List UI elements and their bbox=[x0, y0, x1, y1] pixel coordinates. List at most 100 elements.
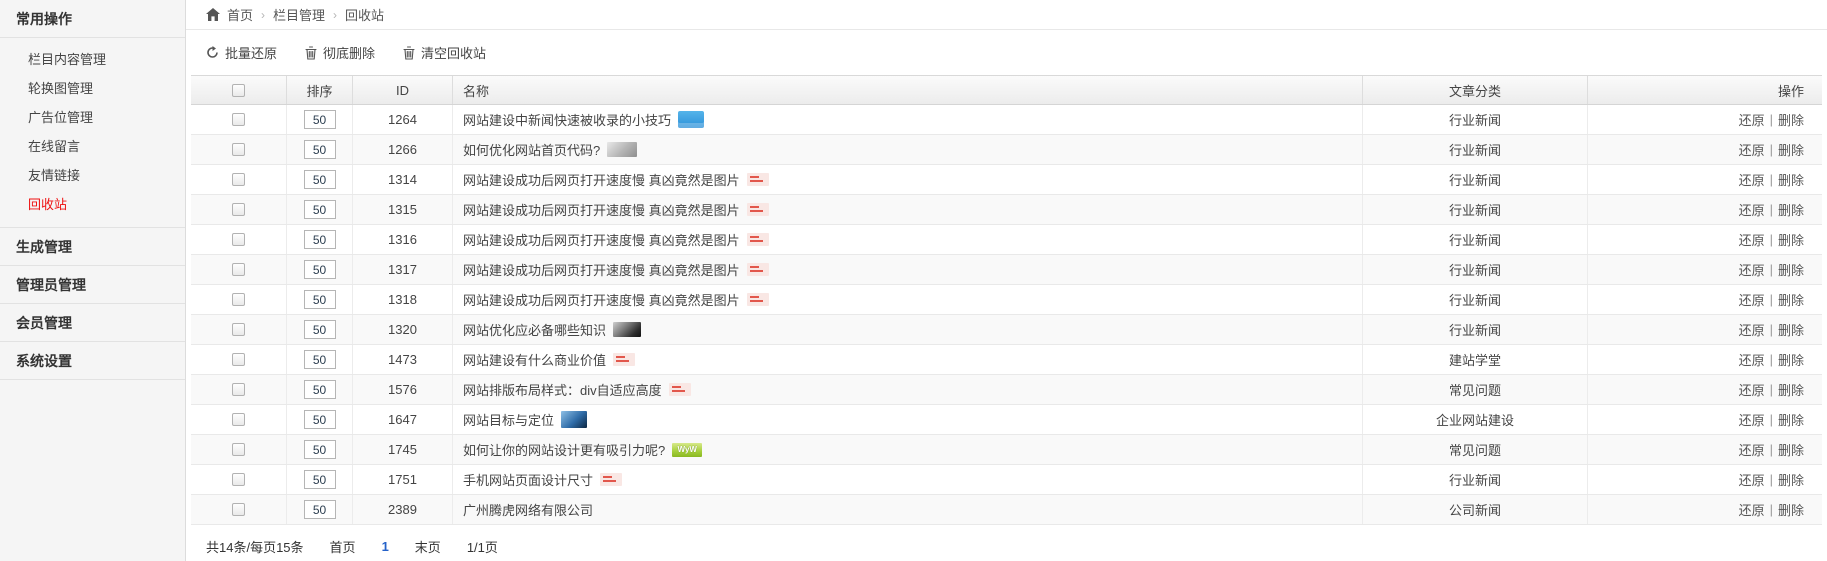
delete-link[interactable]: 删除 bbox=[1778, 440, 1804, 459]
delete-link[interactable]: 删除 bbox=[1778, 260, 1804, 279]
select-all-checkbox[interactable] bbox=[232, 84, 245, 97]
row-checkbox[interactable] bbox=[232, 353, 245, 366]
sidebar-item-online-messages[interactable]: 在线留言 bbox=[0, 132, 185, 161]
sort-input[interactable] bbox=[304, 200, 336, 219]
row-category: 行业新闻 bbox=[1363, 465, 1588, 494]
restore-link[interactable]: 还原 bbox=[1739, 230, 1765, 249]
row-checkbox[interactable] bbox=[232, 473, 245, 486]
sidebar: 常用操作 栏目内容管理 轮换图管理 广告位管理 在线留言 友情链接 回收站 生成… bbox=[0, 0, 186, 561]
pagination-current-page[interactable]: 1 bbox=[382, 539, 389, 554]
row-checkbox[interactable] bbox=[232, 143, 245, 156]
article-title[interactable]: 网站排版布局样式：div自适应高度 bbox=[463, 380, 662, 399]
sort-input[interactable] bbox=[304, 500, 336, 519]
permanent-delete-button[interactable]: 彻底删除 bbox=[305, 43, 375, 62]
row-checkbox[interactable] bbox=[232, 173, 245, 186]
restore-link[interactable]: 还原 bbox=[1739, 380, 1765, 399]
delete-link[interactable]: 删除 bbox=[1778, 230, 1804, 249]
row-id: 1317 bbox=[353, 255, 453, 284]
restore-link[interactable]: 还原 bbox=[1739, 500, 1765, 519]
restore-link[interactable]: 还原 bbox=[1739, 290, 1765, 309]
article-title[interactable]: 网站建设中新闻快速被收录的小技巧 bbox=[463, 110, 671, 129]
article-title[interactable]: 网站建设成功后网页打开速度慢 真凶竟然是图片 bbox=[463, 170, 740, 189]
restore-link[interactable]: 还原 bbox=[1739, 110, 1765, 129]
article-title[interactable]: 如何优化网站首页代码? bbox=[463, 140, 600, 159]
sort-input[interactable] bbox=[304, 410, 336, 429]
sidebar-item-ad-slots[interactable]: 广告位管理 bbox=[0, 103, 185, 132]
row-checkbox[interactable] bbox=[232, 383, 245, 396]
restore-link[interactable]: 还原 bbox=[1739, 140, 1765, 159]
breadcrumb-column-management[interactable]: 栏目管理 bbox=[273, 5, 325, 24]
article-thumbnail-icon bbox=[747, 293, 769, 306]
batch-restore-button[interactable]: 批量还原 bbox=[206, 43, 277, 62]
row-checkbox[interactable] bbox=[232, 413, 245, 426]
article-title[interactable]: 网站建设有什么商业价值 bbox=[463, 350, 606, 369]
delete-link[interactable]: 删除 bbox=[1778, 290, 1804, 309]
sort-input[interactable] bbox=[304, 110, 336, 129]
table-header-row: 排序 ID 名称 文章分类 操作 bbox=[191, 75, 1822, 105]
article-title[interactable]: 网站建设成功后网页打开速度慢 真凶竟然是图片 bbox=[463, 260, 740, 279]
restore-link[interactable]: 还原 bbox=[1739, 320, 1765, 339]
sidebar-item-column-content[interactable]: 栏目内容管理 bbox=[0, 45, 185, 74]
delete-link[interactable]: 删除 bbox=[1778, 200, 1804, 219]
sidebar-item-friend-links[interactable]: 友情链接 bbox=[0, 161, 185, 190]
row-checkbox[interactable] bbox=[232, 443, 245, 456]
delete-link[interactable]: 删除 bbox=[1778, 320, 1804, 339]
delete-link[interactable]: 删除 bbox=[1778, 170, 1804, 189]
article-title[interactable]: 网站目标与定位 bbox=[463, 410, 554, 429]
row-checkbox[interactable] bbox=[232, 263, 245, 276]
sidebar-section-common-operations[interactable]: 常用操作 bbox=[0, 0, 185, 38]
row-checkbox[interactable] bbox=[232, 233, 245, 246]
row-sort-cell bbox=[287, 225, 353, 254]
restore-link[interactable]: 还原 bbox=[1739, 170, 1765, 189]
restore-link[interactable]: 还原 bbox=[1739, 410, 1765, 429]
row-checkbox[interactable] bbox=[232, 113, 245, 126]
sort-input[interactable] bbox=[304, 380, 336, 399]
row-checkbox-cell bbox=[191, 405, 287, 434]
sidebar-section-system-settings[interactable]: 系统设置 bbox=[0, 342, 185, 380]
sidebar-item-recycle-bin[interactable]: 回收站 bbox=[0, 190, 185, 219]
sidebar-section-generation[interactable]: 生成管理 bbox=[0, 228, 185, 266]
sidebar-section-members[interactable]: 会员管理 bbox=[0, 304, 185, 342]
sort-input[interactable] bbox=[304, 440, 336, 459]
pagination-last-link[interactable]: 末页 bbox=[415, 537, 441, 556]
sort-input[interactable] bbox=[304, 320, 336, 339]
sort-input[interactable] bbox=[304, 170, 336, 189]
row-checkbox[interactable] bbox=[232, 203, 245, 216]
sort-input[interactable] bbox=[304, 230, 336, 249]
sort-input[interactable] bbox=[304, 140, 336, 159]
pagination-first-link[interactable]: 首页 bbox=[330, 537, 356, 556]
sort-input[interactable] bbox=[304, 350, 336, 369]
delete-link[interactable]: 删除 bbox=[1778, 350, 1804, 369]
article-title[interactable]: 广州腾虎网络有限公司 bbox=[463, 500, 593, 519]
restore-link[interactable]: 还原 bbox=[1739, 260, 1765, 279]
delete-link[interactable]: 删除 bbox=[1778, 500, 1804, 519]
header-checkbox-cell bbox=[191, 76, 287, 104]
empty-recycle-bin-button[interactable]: 清空回收站 bbox=[403, 43, 486, 62]
article-title[interactable]: 手机网站页面设计尺寸 bbox=[463, 470, 593, 489]
delete-link[interactable]: 删除 bbox=[1778, 410, 1804, 429]
restore-link[interactable]: 还原 bbox=[1739, 440, 1765, 459]
delete-link[interactable]: 删除 bbox=[1778, 140, 1804, 159]
row-checkbox[interactable] bbox=[232, 503, 245, 516]
article-title[interactable]: 如何让你的网站设计更有吸引力呢? bbox=[463, 440, 665, 459]
restore-link[interactable]: 还原 bbox=[1739, 200, 1765, 219]
article-title[interactable]: 网站建设成功后网页打开速度慢 真凶竟然是图片 bbox=[463, 200, 740, 219]
row-checkbox[interactable] bbox=[232, 293, 245, 306]
delete-link[interactable]: 删除 bbox=[1778, 380, 1804, 399]
sidebar-item-carousel[interactable]: 轮换图管理 bbox=[0, 74, 185, 103]
breadcrumb-home[interactable]: 首页 bbox=[227, 5, 253, 24]
restore-link[interactable]: 还原 bbox=[1739, 350, 1765, 369]
sidebar-section-administrators[interactable]: 管理员管理 bbox=[0, 266, 185, 304]
sort-input[interactable] bbox=[304, 290, 336, 309]
article-title[interactable]: 网站建设成功后网页打开速度慢 真凶竟然是图片 bbox=[463, 230, 740, 249]
article-title[interactable]: 网站建设成功后网页打开速度慢 真凶竟然是图片 bbox=[463, 290, 740, 309]
breadcrumb-recycle-bin[interactable]: 回收站 bbox=[345, 5, 384, 24]
row-checkbox[interactable] bbox=[232, 323, 245, 336]
delete-link[interactable]: 删除 bbox=[1778, 470, 1804, 489]
restore-link[interactable]: 还原 bbox=[1739, 470, 1765, 489]
sort-input[interactable] bbox=[304, 470, 336, 489]
sort-input[interactable] bbox=[304, 260, 336, 279]
delete-link[interactable]: 删除 bbox=[1778, 110, 1804, 129]
table-row: 1266 如何优化网站首页代码? 行业新闻 还原 | 删除 bbox=[191, 135, 1822, 165]
article-title[interactable]: 网站优化应必备哪些知识 bbox=[463, 320, 606, 339]
